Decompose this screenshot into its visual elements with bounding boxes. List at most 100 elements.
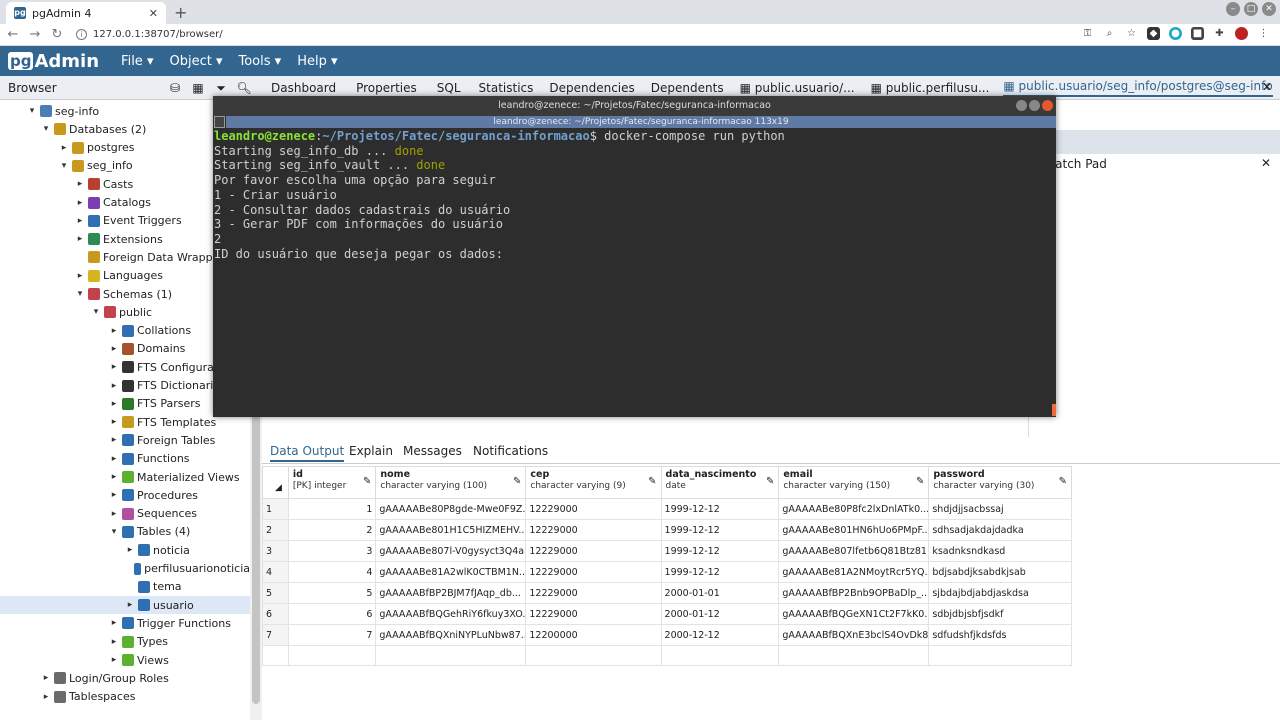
tree-node-tema[interactable]: tema: [0, 578, 250, 596]
view-data-icon[interactable]: ▦: [188, 79, 208, 97]
chevron-right-icon[interactable]: ▸: [74, 179, 86, 189]
tree-node-views[interactable]: ▸ Views: [0, 651, 250, 669]
table-cell[interactable]: gAAAAABe807l-V0gysyct3Q4a...: [375, 540, 527, 562]
chevron-right-icon[interactable]: ▸: [108, 618, 120, 628]
chevron-right-icon[interactable]: ▸: [108, 454, 120, 464]
table-cell[interactable]: 6: [287, 603, 377, 625]
table-cell[interactable]: 3: [287, 540, 377, 562]
table-cell[interactable]: gAAAAABe807lfetb6Q81Btz81...: [778, 540, 930, 562]
chevron-right-icon[interactable]: ▸: [74, 234, 86, 244]
tree-node-materialized-views[interactable]: ▸ Materialized Views: [0, 468, 250, 486]
terminal-close-icon[interactable]: [1042, 100, 1053, 111]
table-cell[interactable]: gAAAAABe801H1C5HIZMEHV...: [375, 519, 527, 541]
table-cell[interactable]: sdfudshfjkdsfds: [928, 624, 1072, 646]
table-cell[interactable]: 12200000: [525, 624, 662, 646]
table-cell[interactable]: 1999-12-12: [660, 519, 780, 541]
extension-icon[interactable]: ■: [1191, 27, 1204, 40]
table-row[interactable]: 7 7 gAAAAABfBQXniNYPLuNbw87... 12200000 2000…: [262, 624, 1072, 646]
chevron-right-icon[interactable]: ▸: [108, 344, 120, 354]
query-tool-icon[interactable]: ⛁: [165, 79, 185, 97]
table-cell[interactable]: 1999-12-12: [660, 540, 780, 562]
cloud-extension-icon[interactable]: ●: [1169, 27, 1182, 40]
search-objects-icon[interactable]: 🔍︎: [234, 79, 254, 97]
tree-node-tablespaces[interactable]: ▸ Tablespaces: [0, 688, 250, 706]
tree-node-procedures[interactable]: ▸ Procedures: [0, 486, 250, 504]
tree-node-sequences[interactable]: ▸ Sequences: [0, 505, 250, 523]
chevron-right-icon[interactable]: ▸: [108, 326, 120, 336]
table-cell[interactable]: gAAAAABe81A2NMoytRcr5YQ...: [778, 561, 930, 583]
chevron-right-icon[interactable]: ▸: [124, 600, 136, 610]
terminal-tab-title[interactable]: leandro@zenece: ~/Projetos/Fatec/seguran…: [226, 116, 1056, 128]
column-header-email[interactable]: email character varying (150) ✎: [778, 466, 930, 499]
new-tab-icon[interactable]: +: [174, 3, 187, 22]
table-cell[interactable]: gAAAAABe80P8gde-Mwe0F9Z...: [375, 498, 527, 520]
table-cell[interactable]: bdjsabdjksabdkjsab: [928, 561, 1072, 583]
table-cell[interactable]: gAAAAABfBQXnE3bclS4OvDk8...: [778, 624, 930, 646]
tree-node-trigger-functions[interactable]: ▸ Trigger Functions: [0, 614, 250, 632]
table-cell[interactable]: gAAAAABe801HN6hUo6PMpF...: [778, 519, 930, 541]
table-cell[interactable]: 12229000: [525, 540, 662, 562]
browser-tab[interactable]: pg pgAdmin 4 ✕: [6, 2, 166, 24]
scratch-pad-panel[interactable]: [1028, 154, 1280, 437]
table-cell[interactable]: 12229000: [525, 582, 662, 604]
tab-view-data-active[interactable]: ▦ public.usuario/seg_info/postgres@seg-i…: [1003, 79, 1273, 97]
menu-file[interactable]: File ▾: [121, 54, 153, 69]
row-number-cell[interactable]: 6: [262, 603, 289, 625]
chevron-right-icon[interactable]: ▸: [108, 637, 120, 647]
minimize-window-icon[interactable]: –: [1226, 2, 1240, 16]
tab-data-output[interactable]: Data Output: [270, 444, 345, 462]
tab-view-data-2[interactable]: ▦ public.perfilusu...: [871, 81, 990, 95]
tab-properties[interactable]: Properties: [356, 81, 417, 95]
menu-object[interactable]: Object ▾: [169, 54, 222, 69]
table-cell[interactable]: 5: [287, 582, 377, 604]
maximize-window-icon[interactable]: □: [1244, 2, 1258, 16]
table-cell[interactable]: 12229000: [525, 561, 662, 583]
chevron-right-icon[interactable]: ▸: [108, 362, 120, 372]
close-tab-icon[interactable]: ✕: [149, 7, 158, 20]
select-all-cell[interactable]: ◢: [262, 466, 289, 499]
table-cell[interactable]: gAAAAABfBP2BJM7fJAqp_db...: [375, 582, 527, 604]
tree-node-usuario[interactable]: ▸ usuario: [0, 596, 250, 615]
table-row[interactable]: 4 4 gAAAAABe81A2wlK0CTBM1N... 12229000 1999-…: [262, 561, 1072, 583]
column-header-id[interactable]: id [PK] integer ✎: [287, 466, 377, 499]
table-cell[interactable]: sdbjdbjsbfjsdkf: [928, 603, 1072, 625]
reload-icon[interactable]: ↻: [48, 27, 66, 42]
close-scratch-pad-icon[interactable]: ✕: [1261, 156, 1271, 170]
tree-node-foreign-tables[interactable]: ▸ Foreign Tables: [0, 431, 250, 449]
table-row[interactable]: 1 1 gAAAAABe80P8gde-Mwe0F9Z... 12229000 1999…: [262, 498, 1072, 520]
table-cell[interactable]: 2: [287, 519, 377, 541]
table-cell[interactable]: sjbdajbdjabdjaskdsa: [928, 582, 1072, 604]
browser-menu-icon[interactable]: ⋮: [1257, 27, 1270, 40]
chevron-right-icon[interactable]: ▸: [108, 435, 120, 445]
tree-node-login-group-roles[interactable]: ▸ Login/Group Roles: [0, 669, 250, 687]
tab-notifications[interactable]: Notifications: [473, 444, 548, 458]
table-cell[interactable]: gAAAAABfBP2Bnb9OPBaDlp_...: [778, 582, 930, 604]
row-number-cell[interactable]: 1: [262, 498, 289, 520]
chevron-right-icon[interactable]: ▸: [58, 143, 70, 153]
chevron-right-icon[interactable]: ▸: [74, 198, 86, 208]
tab-explain[interactable]: Explain: [349, 444, 393, 458]
table-cell[interactable]: 2000-01-01: [660, 582, 780, 604]
row-number-cell[interactable]: 4: [262, 561, 289, 583]
row-number-cell[interactable]: 3: [262, 540, 289, 562]
table-row[interactable]: 6 6 gAAAAABfBQGehRiY6fkuy3XO... 12229000 200…: [262, 603, 1072, 625]
table-cell[interactable]: gAAAAABfBQGehRiY6fkuy3XO...: [375, 603, 527, 625]
terminal-output[interactable]: leandro@zenece:~/Projetos/Fatec/seguranc…: [213, 129, 1056, 417]
terminal-maximize-icon[interactable]: [1029, 100, 1040, 111]
profile-avatar-icon[interactable]: [1235, 27, 1248, 40]
table-cell[interactable]: 12229000: [525, 498, 662, 520]
column-header-password[interactable]: password character varying (30) ✎: [928, 466, 1072, 499]
chevron-right-icon[interactable]: ▸: [108, 490, 120, 500]
table-cell[interactable]: 1999-12-12: [660, 498, 780, 520]
table-cell[interactable]: 12229000: [525, 519, 662, 541]
shield-extension-icon[interactable]: ◆: [1147, 27, 1160, 40]
site-info-icon[interactable]: i: [76, 29, 87, 40]
table-cell[interactable]: sdhsadjakdajdadka: [928, 519, 1072, 541]
table-cell[interactable]: ksadnksndkasd: [928, 540, 1072, 562]
tree-node-tables-4[interactable]: ▾ Tables (4): [0, 523, 250, 541]
chevron-right-icon[interactable]: ▸: [108, 509, 120, 519]
chevron-down-icon[interactable]: ▾: [90, 307, 102, 317]
table-row[interactable]: 5 5 gAAAAABfBP2BJM7fJAqp_db... 12229000 2000…: [262, 582, 1072, 604]
table-cell[interactable]: 7: [287, 624, 377, 646]
menu-tools[interactable]: Tools ▾: [239, 54, 282, 69]
